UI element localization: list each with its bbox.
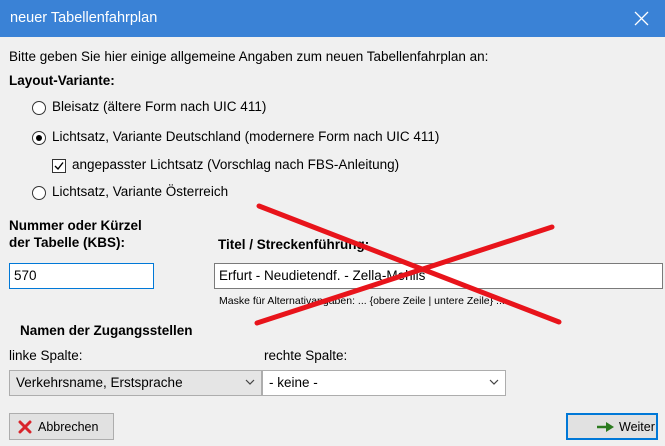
cancel-button-label: Abbrechen [38,420,99,434]
left-column-label: linke Spalte: [9,348,83,363]
window-title: neuer Tabellenfahrplan [10,10,158,26]
radio-bleisatz-label[interactable]: Bleisatz (ältere Form nach UIC 411) [52,99,266,114]
adapted-lichtsatz-checkbox[interactable] [52,159,66,173]
radio-lichtsatz-de[interactable] [32,131,46,145]
close-button[interactable] [619,0,665,37]
radio-lichtsatz-de-label[interactable]: Lichtsatz, Variante Deutschland (moderne… [52,129,439,144]
close-icon [634,11,649,26]
route-input[interactable]: Erfurt - Neudietendf. - Zella-Mehlis [214,263,663,289]
route-label: Titel / Streckenführung: [218,237,370,252]
intro-text: Bitte geben Sie hier einige allgemeine A… [9,49,489,64]
adapted-lichtsatz-label[interactable]: angepasster Lichtsatz (Vorschlag nach FB… [72,157,399,172]
right-column-label: rechte Spalte: [264,348,348,363]
next-button[interactable]: Weiter [566,413,658,440]
radio-lichtsatz-at[interactable] [32,186,46,200]
right-column-value: - keine - [269,375,318,390]
radio-lichtsatz-at-label[interactable]: Lichtsatz, Variante Österreich [52,184,228,199]
arrow-right-icon [597,422,614,432]
next-button-label: Weiter [619,420,655,434]
right-column-select[interactable]: - keine - [262,370,506,396]
cancel-x-icon [18,420,32,434]
dialog-window: neuer Tabellenfahrplan Bitte geben Sie h… [0,0,665,446]
chevron-down-icon [489,379,499,385]
cancel-button[interactable]: Abbrechen [9,413,114,440]
stations-heading: Namen der Zugangsstellen [20,323,193,338]
chevron-down-icon [245,379,255,385]
dialog-body: Bitte geben Sie hier einige allgemeine A… [0,37,665,446]
left-column-value: Verkehrsname, Erstsprache [16,375,183,390]
mask-hint: Maske für Alternativangaben: ... {obere … [219,295,505,307]
title-bar: neuer Tabellenfahrplan [0,0,665,37]
layout-heading: Layout-Variante: [9,73,115,88]
radio-bleisatz[interactable] [32,101,46,115]
kbs-input[interactable]: 570 [9,263,154,289]
kbs-label-line1: Nummer oder Kürzel [9,218,142,233]
checkmark-icon [54,162,64,171]
kbs-label-line2: der Tabelle (KBS): [9,235,126,250]
left-column-select[interactable]: Verkehrsname, Erstsprache [9,370,262,396]
